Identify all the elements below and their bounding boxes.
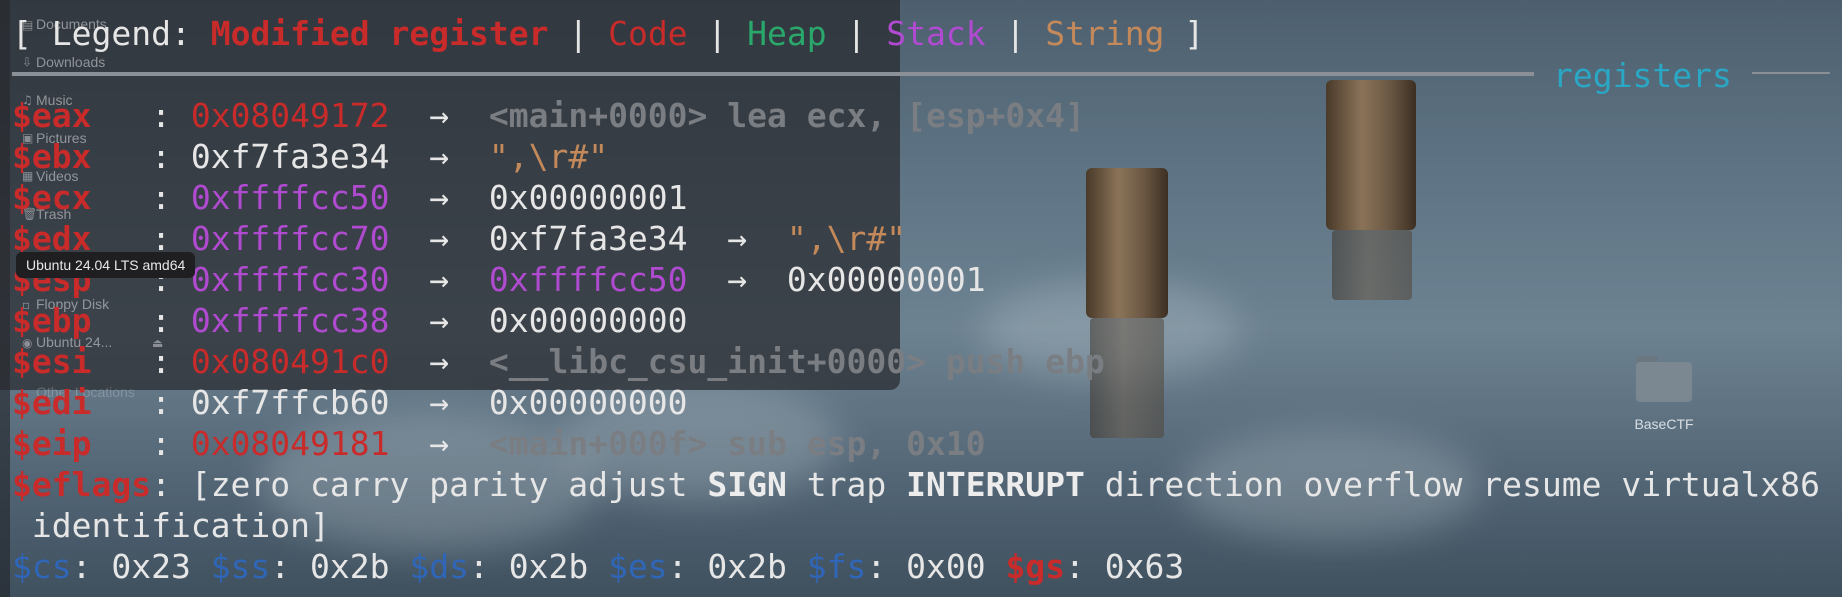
register-row-edi: $edi : 0xf7ffcb60 → 0x00000000 bbox=[12, 383, 688, 422]
register-row-eip: $eip : 0x08049181 → <main+000f> sub esp,… bbox=[12, 424, 986, 463]
legend-stack: Stack bbox=[886, 14, 986, 53]
legend-code: Code bbox=[608, 14, 688, 53]
legend-heap: Heap bbox=[747, 14, 827, 53]
register-row-esi: $esi : 0x080491c0 → <__libc_csu_init+000… bbox=[12, 342, 1105, 381]
legend-string: String bbox=[1045, 14, 1165, 53]
eflag-sign-set: SIGN bbox=[707, 465, 787, 504]
register-row-ebx: $ebx : 0xf7fa3e34 → ",\r#" bbox=[12, 137, 609, 176]
register-row-eax: $eax : 0x08049172 → <main+0000> lea ecx,… bbox=[12, 96, 1085, 135]
register-row-ecx: $ecx : 0xffffcc50 → 0x00000001 bbox=[12, 178, 688, 217]
gdb-terminal-output: [ Legend: Modified register | Code | Hea… bbox=[0, 0, 1842, 597]
eflag-interrupt-set: INTERRUPT bbox=[906, 465, 1085, 504]
legend-modified: Modified register bbox=[210, 14, 549, 53]
eflags-row: $eflags: [zero carry parity adjust SIGN … bbox=[12, 465, 1821, 504]
registers-section-title: registers bbox=[1553, 56, 1732, 95]
section-divider bbox=[12, 72, 1534, 76]
segment-registers-row: $cs: 0x23 $ss: 0x2b $ds: 0x2b $es: 0x2b … bbox=[12, 547, 1185, 586]
legend-line: [ Legend: Modified register | Code | Hea… bbox=[12, 14, 1205, 53]
section-divider-right bbox=[1752, 72, 1830, 74]
register-row-ebp: $ebp : 0xffffcc38 → 0x00000000 bbox=[12, 301, 688, 340]
drive-tooltip: Ubuntu 24.04 LTS amd64 bbox=[16, 252, 196, 278]
eflags-row-continued: identification] bbox=[12, 506, 330, 545]
